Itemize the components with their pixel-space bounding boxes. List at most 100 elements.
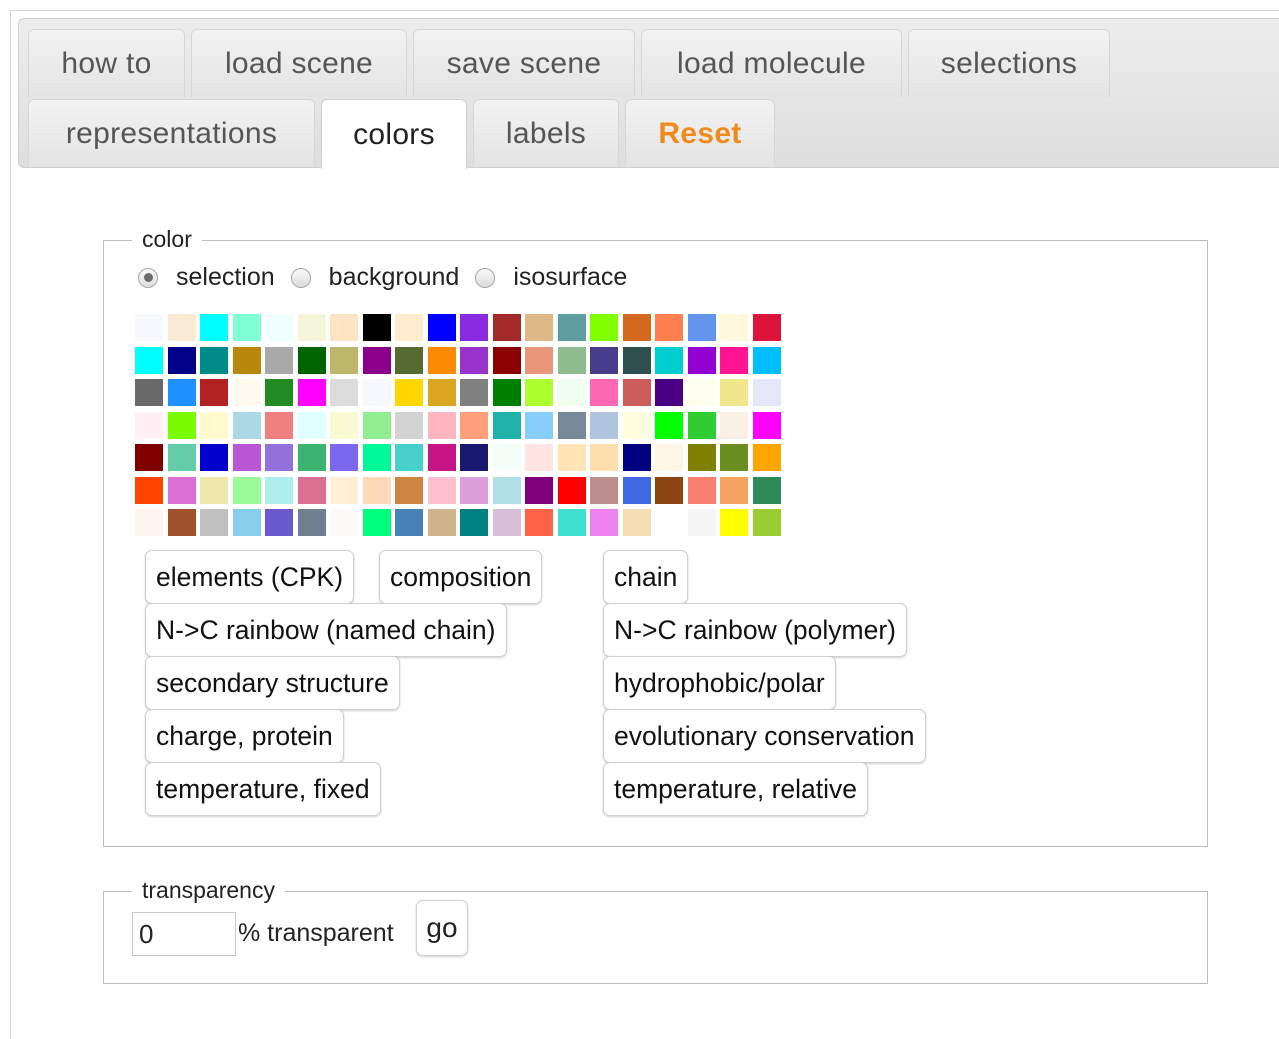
color-swatch[interactable] xyxy=(655,444,683,471)
color-swatch[interactable] xyxy=(135,411,163,439)
color-swatch[interactable] xyxy=(297,411,326,439)
color-swatch[interactable] xyxy=(720,314,748,341)
color-swatch[interactable] xyxy=(557,444,586,471)
color-swatch[interactable] xyxy=(525,346,553,374)
go-button[interactable]: go xyxy=(416,900,468,956)
color-swatch[interactable] xyxy=(492,314,521,341)
color-swatch[interactable] xyxy=(232,379,261,406)
color-swatch[interactable] xyxy=(655,314,683,341)
color-swatch[interactable] xyxy=(427,444,456,471)
color-swatch[interactable] xyxy=(427,346,456,374)
color-swatch[interactable] xyxy=(265,314,293,341)
selection-radio[interactable] xyxy=(138,267,158,288)
color-swatch[interactable] xyxy=(460,509,488,536)
color-swatch[interactable] xyxy=(200,444,228,471)
color-swatch[interactable] xyxy=(297,444,326,471)
transparency-input[interactable] xyxy=(132,912,236,956)
color-swatch[interactable] xyxy=(687,444,716,471)
color-swatch[interactable] xyxy=(297,379,326,406)
color-swatch[interactable] xyxy=(557,379,586,406)
tab-reset[interactable]: Reset xyxy=(625,99,775,167)
color-swatch[interactable] xyxy=(200,346,228,374)
color-swatch[interactable] xyxy=(557,509,586,536)
color-swatch[interactable] xyxy=(330,444,358,471)
color-swatch[interactable] xyxy=(460,411,488,439)
color-swatch[interactable] xyxy=(720,411,748,439)
tab-representations[interactable]: representations xyxy=(28,99,315,167)
color-swatch[interactable] xyxy=(590,314,618,341)
color-swatch[interactable] xyxy=(265,444,293,471)
tab-load-molecule[interactable]: load molecule xyxy=(641,29,902,97)
color-swatch[interactable] xyxy=(200,509,228,536)
tab-load-scene[interactable]: load scene xyxy=(191,29,407,97)
color-swatch[interactable] xyxy=(655,346,683,374)
color-swatch[interactable] xyxy=(590,346,618,374)
tab-save-scene[interactable]: save scene xyxy=(413,29,635,97)
color-swatch[interactable] xyxy=(655,411,683,439)
color-swatch[interactable] xyxy=(752,314,781,341)
color-swatch[interactable] xyxy=(135,379,163,406)
chain-button[interactable]: chain xyxy=(603,550,689,604)
color-swatch[interactable] xyxy=(395,476,423,504)
color-swatch[interactable] xyxy=(687,509,716,536)
color-swatch[interactable] xyxy=(395,346,423,374)
color-swatch[interactable] xyxy=(752,476,781,504)
color-swatch[interactable] xyxy=(200,411,228,439)
color-swatch[interactable] xyxy=(460,314,488,341)
color-swatch[interactable] xyxy=(232,509,261,536)
color-swatch[interactable] xyxy=(427,411,456,439)
color-swatch[interactable] xyxy=(720,444,748,471)
color-swatch[interactable] xyxy=(687,346,716,374)
color-swatch[interactable] xyxy=(622,411,651,439)
background-radio[interactable] xyxy=(290,267,311,288)
nc-rainbow-polymer-button[interactable]: N->C rainbow (polymer) xyxy=(603,603,908,657)
color-swatch[interactable] xyxy=(232,411,261,439)
color-swatch[interactable] xyxy=(167,509,196,536)
tab-labels[interactable]: labels xyxy=(473,99,619,167)
evolutionary-conservation-button[interactable]: evolutionary conservation xyxy=(603,709,926,763)
hydrophobic-polar-button[interactable]: hydrophobic/polar xyxy=(603,656,836,710)
color-swatch[interactable] xyxy=(492,346,521,374)
color-swatch[interactable] xyxy=(427,509,456,536)
color-swatch[interactable] xyxy=(395,314,423,341)
color-swatch[interactable] xyxy=(135,509,163,536)
color-swatch[interactable] xyxy=(622,509,651,536)
color-swatch[interactable] xyxy=(167,444,196,471)
temperature-fixed-button[interactable]: temperature, fixed xyxy=(145,762,381,816)
color-swatch[interactable] xyxy=(232,476,261,504)
color-swatch[interactable] xyxy=(135,476,163,504)
color-swatch[interactable] xyxy=(297,346,326,374)
color-swatch[interactable] xyxy=(427,314,456,341)
color-swatch[interactable] xyxy=(265,476,293,504)
color-swatch[interactable] xyxy=(395,379,423,406)
color-swatch[interactable] xyxy=(720,476,748,504)
color-swatch[interactable] xyxy=(622,476,651,504)
color-swatch[interactable] xyxy=(720,379,748,406)
color-swatch[interactable] xyxy=(687,314,716,341)
color-swatch[interactable] xyxy=(590,444,618,471)
color-swatch[interactable] xyxy=(525,444,553,471)
color-swatch[interactable] xyxy=(395,411,423,439)
color-swatch[interactable] xyxy=(687,476,716,504)
color-swatch[interactable] xyxy=(525,379,553,406)
charge-protein-button[interactable]: charge, protein xyxy=(145,709,344,763)
color-swatch[interactable] xyxy=(232,444,261,471)
color-swatch[interactable] xyxy=(297,476,326,504)
color-swatch[interactable] xyxy=(525,314,553,341)
color-swatch[interactable] xyxy=(167,411,196,439)
color-swatch[interactable] xyxy=(330,411,358,439)
color-swatch[interactable] xyxy=(557,346,586,374)
color-swatch[interactable] xyxy=(460,346,488,374)
color-swatch[interactable] xyxy=(200,476,228,504)
color-swatch[interactable] xyxy=(330,314,358,341)
color-swatch[interactable] xyxy=(557,411,586,439)
color-swatch[interactable] xyxy=(492,444,521,471)
color-swatch[interactable] xyxy=(362,476,391,504)
color-swatch[interactable] xyxy=(265,411,293,439)
color-swatch[interactable] xyxy=(200,314,228,341)
color-swatch[interactable] xyxy=(362,411,391,439)
color-swatch[interactable] xyxy=(590,509,618,536)
color-swatch[interactable] xyxy=(362,509,391,536)
color-swatch[interactable] xyxy=(297,509,326,536)
color-swatch[interactable] xyxy=(330,379,358,406)
